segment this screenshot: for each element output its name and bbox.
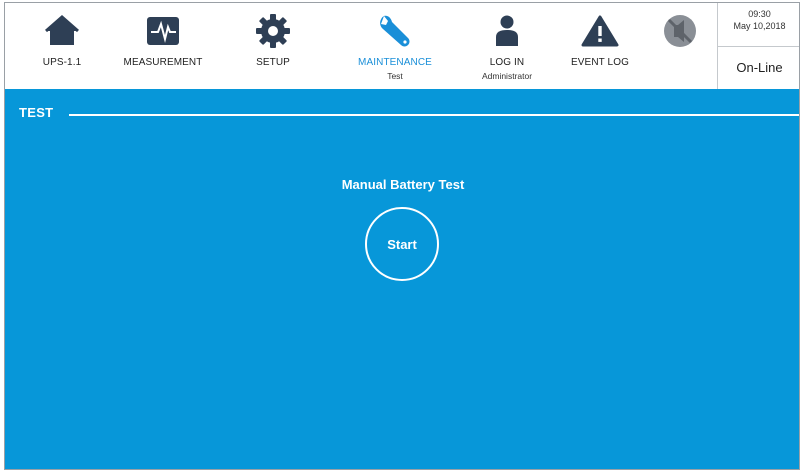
status-panel: 09:30 May 10,2018 On-Line	[717, 3, 799, 89]
nav-maintenance[interactable]: MAINTENANCE Test	[345, 3, 445, 89]
nav-measurement-label: MEASUREMENT	[123, 57, 203, 68]
nav-mute[interactable]	[655, 3, 705, 89]
waveform-icon	[147, 17, 179, 45]
wrench-icon	[380, 15, 410, 47]
date-text: May 10,2018	[733, 21, 786, 31]
nav-maintenance-sublabel: Test	[387, 71, 403, 81]
start-button[interactable]: Start	[365, 207, 439, 281]
operating-mode: On-Line	[736, 60, 783, 75]
nav-setup-label: SETUP	[256, 57, 290, 68]
main-content: TEST Manual Battery Test Start	[5, 89, 799, 469]
datetime-display: 09:30 May 10,2018	[718, 3, 799, 47]
nav-ups[interactable]: UPS-1.1	[27, 3, 97, 89]
top-navigation: UPS-1.1 MEASUREMENT SETUP MAINTENANCE Te…	[5, 3, 717, 89]
gear-icon	[256, 14, 290, 48]
section-divider	[69, 114, 799, 116]
section-title: TEST	[19, 105, 54, 120]
nav-login-sublabel: Administrator	[481, 71, 533, 81]
time-text: 09:30	[748, 9, 771, 19]
ups-screen: UPS-1.1 MEASUREMENT SETUP MAINTENANCE Te…	[4, 2, 800, 470]
home-icon	[45, 15, 79, 45]
nav-login-label: LOG IN	[489, 57, 525, 68]
nav-event-log-label: EVENT LOG	[571, 57, 629, 68]
nav-login[interactable]: LOG IN Administrator	[467, 3, 547, 89]
user-icon	[496, 15, 518, 46]
buzzer-muted-icon	[664, 15, 696, 47]
battery-test-title: Manual Battery Test	[341, 177, 465, 192]
nav-ups-label: UPS-1.1	[42, 57, 82, 68]
nav-setup[interactable]: SETUP	[243, 3, 303, 89]
nav-maintenance-label: MAINTENANCE	[358, 57, 432, 68]
nav-measurement[interactable]: MEASUREMENT	[113, 3, 213, 89]
warning-icon	[581, 15, 619, 47]
nav-event-log[interactable]: EVENT LOG	[560, 3, 640, 89]
